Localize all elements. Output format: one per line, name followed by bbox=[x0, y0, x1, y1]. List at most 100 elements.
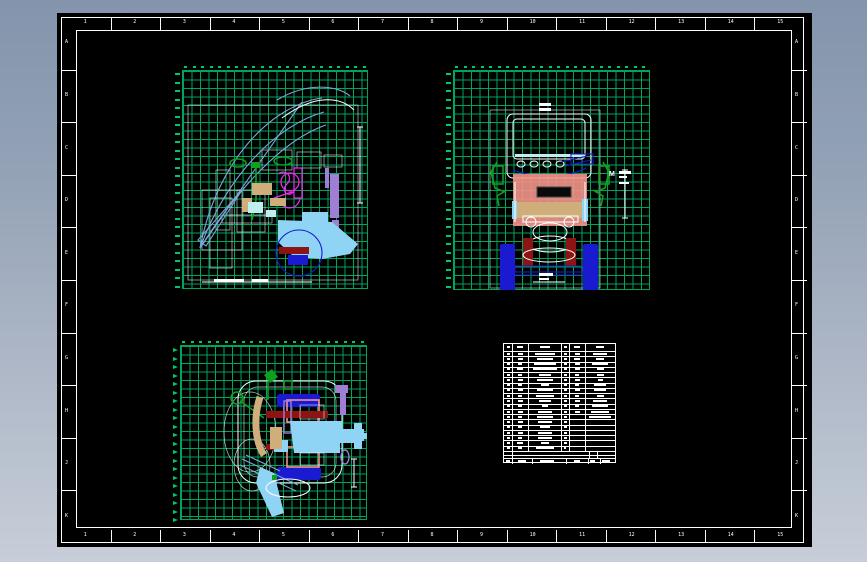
band-divider bbox=[61, 69, 76, 71]
table-cell-text bbox=[594, 389, 606, 392]
table-cell-text bbox=[537, 421, 552, 424]
table-header-text bbox=[574, 346, 580, 348]
grid-top-tick-label bbox=[286, 66, 289, 68]
grid-left-arrow-tick bbox=[173, 501, 178, 505]
table-cell-text bbox=[563, 431, 567, 434]
grid-top-tick-label bbox=[224, 341, 228, 343]
grid-left-tick-label bbox=[175, 81, 180, 84]
table-cell-text bbox=[506, 357, 510, 360]
table-footer-divider bbox=[588, 458, 589, 464]
grid-top-tick-label bbox=[489, 66, 492, 68]
grid-top-tick-label bbox=[352, 341, 355, 343]
grid-left-tick-label bbox=[446, 260, 451, 262]
table-cell-text bbox=[563, 415, 567, 418]
table-cell-text bbox=[517, 368, 523, 371]
band-grid-reference: J bbox=[795, 460, 799, 467]
band-divider bbox=[655, 17, 657, 30]
grid-top-tick-label bbox=[337, 66, 340, 68]
table-cell-text bbox=[574, 410, 580, 413]
grid-top-tick-label bbox=[343, 341, 347, 343]
grid-left-arrow-tick bbox=[173, 365, 178, 369]
table-cell-text bbox=[506, 410, 510, 413]
band-divider bbox=[308, 530, 310, 543]
band-divider bbox=[506, 530, 508, 543]
band-divider bbox=[407, 530, 409, 543]
band-divider bbox=[61, 490, 76, 492]
table-cell-text bbox=[506, 368, 510, 371]
band-grid-reference: 2 bbox=[133, 19, 137, 25]
table-cell-text bbox=[563, 421, 567, 424]
table-cell-text bbox=[574, 352, 580, 355]
band-divider bbox=[556, 17, 558, 30]
table-cell-text bbox=[506, 389, 510, 392]
grid-left-tick-label bbox=[446, 141, 451, 143]
grid-top-tick-label bbox=[275, 341, 279, 343]
table-cell-text bbox=[517, 410, 523, 413]
table-cell-text bbox=[506, 363, 510, 366]
table-cell-text bbox=[518, 405, 522, 408]
table-cell-text bbox=[596, 373, 604, 376]
table-cell-text bbox=[518, 384, 522, 387]
table-cell-text bbox=[517, 357, 523, 360]
grid-left-tick-label bbox=[175, 226, 180, 228]
grid-left-tick-label bbox=[175, 98, 180, 101]
front-view-geometry bbox=[489, 103, 631, 290]
grid-top-tick-label bbox=[506, 66, 509, 68]
band-divider bbox=[259, 17, 261, 30]
grid-left-arrow-tick bbox=[173, 492, 178, 497]
band-grid-reference: K bbox=[795, 512, 799, 519]
grid-left-tick-label bbox=[175, 234, 180, 237]
cad-viewer-canvas[interactable]: 1 2 3 4 5 6 7 8 9 10 11 12 13 14 15 1 2 3 4 5 6 7 8 9 10 11 12 13 14… bbox=[0, 0, 867, 562]
band-divider bbox=[61, 280, 76, 281]
band-grid-reference: 12 bbox=[628, 19, 635, 25]
table-cell-text bbox=[517, 378, 523, 381]
grid-left-tick-label bbox=[446, 234, 451, 237]
band-divider bbox=[110, 530, 112, 543]
grid-top-tick-label bbox=[463, 66, 467, 68]
table-footer-text bbox=[602, 460, 610, 463]
table-cell-text bbox=[518, 363, 522, 366]
grid-top-tick-label bbox=[360, 341, 364, 343]
grid-left-arrow-tick bbox=[173, 373, 178, 378]
band-divider bbox=[209, 17, 211, 30]
table-row-line bbox=[504, 451, 615, 452]
grid-top-tick-label bbox=[250, 341, 253, 343]
plan-view-geometry bbox=[223, 369, 367, 517]
grid-top-tick-label bbox=[523, 66, 526, 68]
band-divider bbox=[61, 174, 76, 176]
table-cell-text bbox=[563, 373, 567, 376]
parts-list-table bbox=[503, 343, 616, 464]
grid-top-tick-label bbox=[480, 66, 484, 68]
grid-top-tick-label bbox=[303, 66, 306, 68]
table-cell-text bbox=[518, 373, 522, 376]
band-divider bbox=[792, 490, 807, 492]
band-divider bbox=[61, 437, 76, 439]
table-cell-text bbox=[506, 447, 510, 450]
grid-left-arrow-tick bbox=[173, 348, 178, 352]
grid-left-arrow-tick bbox=[173, 441, 178, 446]
grid-top-tick-label bbox=[540, 66, 543, 68]
table-cell-text bbox=[533, 363, 556, 366]
grid-left-tick-label bbox=[446, 158, 451, 160]
grid-left-tick-label bbox=[175, 115, 180, 118]
grid-top-tick-label bbox=[362, 66, 366, 68]
grid-left-tick-label bbox=[446, 285, 451, 288]
grid-top-tick-label bbox=[345, 66, 349, 68]
grid-left-tick-label bbox=[446, 243, 451, 245]
grid-left-arrow-tick bbox=[173, 399, 178, 403]
table-cell-text bbox=[597, 378, 603, 381]
grid-left-tick-label bbox=[175, 166, 180, 169]
grid-left-tick-label bbox=[175, 209, 180, 211]
band-grid-reference: E bbox=[795, 249, 799, 256]
band-divider bbox=[61, 385, 76, 387]
front-view-m-label: M bbox=[609, 171, 615, 178]
table-cell-text bbox=[563, 352, 567, 355]
grid-left-tick-label bbox=[446, 124, 451, 126]
table-cell-text bbox=[506, 405, 510, 408]
table-cell-text bbox=[563, 405, 567, 408]
table-cell-text bbox=[541, 405, 548, 408]
band-grid-reference: 5 bbox=[281, 19, 285, 25]
table-footer-divider bbox=[566, 458, 567, 464]
band-grid-reference: 9 bbox=[480, 19, 484, 25]
table-cell-text bbox=[534, 352, 555, 355]
